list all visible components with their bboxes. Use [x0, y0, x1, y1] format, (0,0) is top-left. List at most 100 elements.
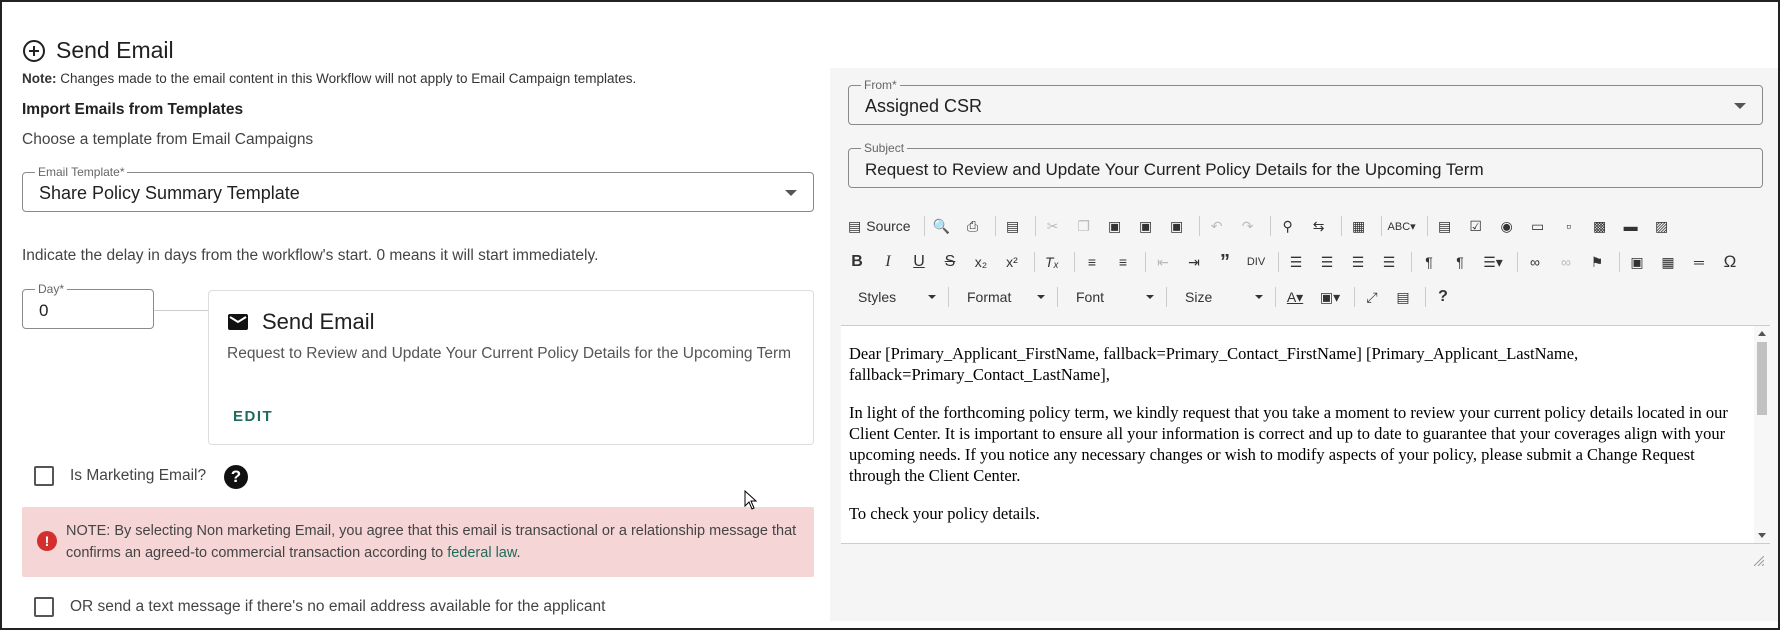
find-icon[interactable]: ⚲	[1275, 213, 1301, 239]
paste-icon[interactable]: ▣	[1102, 213, 1128, 239]
copy-icon[interactable]: ❐	[1071, 213, 1097, 239]
anchor-flag-icon[interactable]: ⚑	[1584, 249, 1610, 275]
preview-icon[interactable]: 🔍	[929, 213, 955, 239]
paste-text-icon[interactable]: ▣	[1133, 213, 1159, 239]
textfield-icon[interactable]: ▭	[1525, 213, 1551, 239]
alert-text: NOTE: By selecting Non marketing Email, …	[66, 520, 806, 564]
underline-icon[interactable]: U	[906, 249, 932, 275]
styles-dropdown[interactable]: Styles	[844, 284, 940, 310]
chevron-down-icon	[1037, 295, 1045, 299]
special-char-icon[interactable]: Ω	[1717, 249, 1743, 275]
format-dropdown[interactable]: Format	[953, 284, 1049, 310]
chevron-down-icon	[1734, 103, 1746, 109]
radio-icon[interactable]: ◉	[1494, 213, 1520, 239]
spellcheck-icon[interactable]: ABC▾	[1386, 213, 1418, 239]
form-icon[interactable]: ▤	[1432, 213, 1458, 239]
day-value: 0	[39, 301, 49, 320]
button-field-icon[interactable]: ▬	[1618, 213, 1644, 239]
page-title-text: Send Email	[56, 37, 174, 63]
subject-input[interactable]: Subject Request to Review and Update You…	[848, 141, 1763, 188]
image-button-icon[interactable]: ▨	[1649, 213, 1675, 239]
language-icon[interactable]: ☰▾	[1478, 249, 1508, 275]
toolbar-separator	[1074, 252, 1075, 272]
sms-fallback-checkbox[interactable]	[34, 597, 54, 617]
rtl-icon[interactable]: ¶	[1447, 249, 1473, 275]
justify-icon[interactable]: ☰	[1376, 249, 1402, 275]
image-icon[interactable]: ▣	[1624, 249, 1650, 275]
remove-format-icon[interactable]: Tₓ	[1039, 249, 1065, 275]
size-label: Size	[1185, 289, 1213, 305]
font-dropdown[interactable]: Font	[1062, 284, 1158, 310]
blockquote-icon[interactable]: ”	[1212, 249, 1238, 275]
textarea-icon[interactable]: ▫	[1556, 213, 1582, 239]
templates-icon[interactable]: ▤	[1000, 213, 1026, 239]
body-paragraph-main: In light of the forthcoming policy term,…	[849, 403, 1728, 485]
select-field-icon[interactable]: ▩	[1587, 213, 1613, 239]
toolbar-row-2: B I U S x₂ x² Tₓ ≡ ≡ ⇤ ⇥ ” DIV ☰ ☰ ☰ ☰ ¶…	[844, 247, 1748, 277]
marketing-email-checkbox[interactable]	[34, 466, 54, 486]
size-dropdown[interactable]: Size	[1171, 284, 1267, 310]
align-left-icon[interactable]: ☰	[1283, 249, 1309, 275]
show-blocks-icon[interactable]: ▤	[1390, 284, 1416, 310]
replace-icon[interactable]: ⇆	[1306, 213, 1332, 239]
toolbar-separator	[1166, 287, 1167, 307]
font-label: Font	[1076, 289, 1105, 305]
scrollbar-thumb[interactable]	[1757, 342, 1767, 415]
maximize-icon[interactable]: ⤢	[1359, 284, 1385, 310]
email-body-content[interactable]: Dear [Primary_Applicant_FirstName, fallb…	[849, 343, 1749, 541]
subscript-icon[interactable]: x₂	[968, 249, 994, 275]
strikethrough-icon[interactable]: S	[937, 249, 963, 275]
horizontal-rule-icon[interactable]: ═	[1686, 249, 1712, 275]
import-subtext: Choose a template from Email Campaigns	[22, 131, 314, 148]
help-icon[interactable]: ?	[224, 465, 248, 489]
scroll-up-arrow-icon[interactable]	[1758, 331, 1766, 336]
from-value: Assigned CSR	[865, 96, 983, 116]
bulleted-list-icon[interactable]: ≡	[1110, 249, 1136, 275]
resize-handle-icon[interactable]	[1754, 556, 1764, 566]
redo-icon[interactable]: ↷	[1235, 213, 1261, 239]
background-color-icon[interactable]: ▣▾	[1315, 284, 1345, 310]
email-body-editor[interactable]: Dear [Primary_Applicant_FirstName, fallb…	[841, 325, 1770, 544]
numbered-list-icon[interactable]: ≡	[1079, 249, 1105, 275]
about-help-icon[interactable]: ?	[1430, 284, 1456, 310]
checkbox-icon[interactable]: ☑	[1463, 213, 1489, 239]
text-color-icon[interactable]: A▾	[1280, 284, 1310, 310]
italic-icon[interactable]: I	[875, 249, 901, 275]
cut-icon[interactable]: ✂	[1040, 213, 1066, 239]
toolbar-separator	[1198, 216, 1200, 236]
scroll-down-arrow-icon[interactable]	[1758, 533, 1766, 538]
toolbar-separator	[1145, 252, 1146, 272]
align-center-icon[interactable]: ☰	[1314, 249, 1340, 275]
outdent-icon[interactable]: ⇤	[1150, 249, 1176, 275]
day-input[interactable]: Day* 0	[22, 282, 154, 329]
from-select[interactable]: From* Assigned CSR	[848, 78, 1763, 125]
email-template-select[interactable]: Email Template* Share Policy Summary Tem…	[22, 165, 814, 212]
indent-icon[interactable]: ⇥	[1181, 249, 1207, 275]
note-prefix: Note:	[22, 71, 57, 86]
toolbar-separator	[1517, 252, 1518, 272]
bold-icon[interactable]: B	[844, 249, 870, 275]
select-all-icon[interactable]: ▦	[1346, 213, 1372, 239]
unlink-icon[interactable]: ∞	[1553, 249, 1579, 275]
step-connector	[154, 310, 208, 311]
undo-icon[interactable]: ↶	[1204, 213, 1230, 239]
superscript-icon[interactable]: x²	[999, 249, 1025, 275]
toolbar-separator	[1354, 287, 1355, 307]
div-container-icon[interactable]: DIV	[1243, 249, 1269, 275]
paste-word-icon[interactable]: ▣	[1164, 213, 1190, 239]
toolbar-separator	[1269, 216, 1271, 236]
print-icon[interactable]: ⎙	[960, 213, 986, 239]
table-icon[interactable]: ▦	[1655, 249, 1681, 275]
align-right-icon[interactable]: ☰	[1345, 249, 1371, 275]
edit-button[interactable]: EDIT	[233, 408, 273, 425]
toolbar-separator	[1411, 252, 1412, 272]
source-button[interactable]: ▤ Source	[844, 218, 915, 235]
federal-law-link[interactable]: federal law	[447, 545, 516, 561]
editor-scrollbar[interactable]	[1754, 326, 1770, 543]
toolbar-row-1: ▤ Source 🔍 ⎙ ▤ ✂ ❐ ▣ ▣ ▣ ↶ ↷ ⚲ ⇆ ▦ ABC▾ ▤…	[844, 211, 1680, 241]
non-marketing-alert: ! NOTE: By selecting Non marketing Email…	[22, 507, 814, 577]
step-card-subject: Request to Review and Update Your Curren…	[227, 345, 792, 362]
toolbar-separator	[923, 216, 925, 236]
link-icon[interactable]: ∞	[1522, 249, 1548, 275]
ltr-icon[interactable]: ¶	[1416, 249, 1442, 275]
